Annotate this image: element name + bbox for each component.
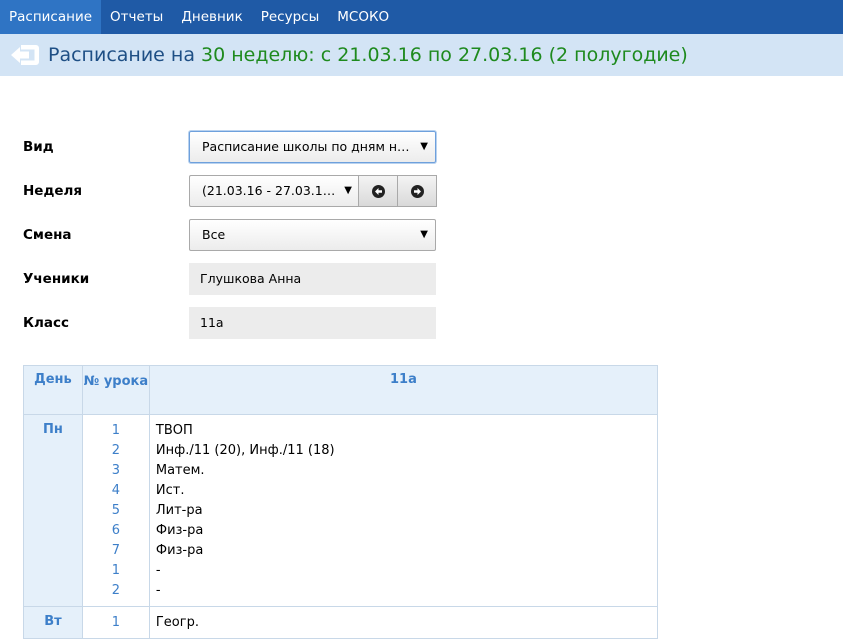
- lesson-subject: -: [155, 583, 161, 598]
- view-label: Вид: [23, 139, 54, 155]
- tab-msoko[interactable]: МСОКО: [328, 0, 398, 34]
- day-cell: Пн: [23, 414, 83, 607]
- tab-diary[interactable]: Дневник: [172, 0, 251, 34]
- table-header-row: День № урока 11а: [23, 365, 659, 415]
- lesson-numbers-cell: 1 2 3 4 5 6 7 1 2: [81, 414, 150, 607]
- shift-label: Смена: [23, 227, 72, 243]
- class-label: Класс: [23, 315, 70, 331]
- chevron-down-icon: ▼: [420, 229, 428, 240]
- lesson-number: 3: [111, 463, 121, 478]
- col-day-header: День: [23, 365, 83, 415]
- lesson-subject: Лит-ра: [155, 503, 203, 518]
- lesson-number: 7: [111, 543, 121, 558]
- col-class-header: 11а: [148, 365, 659, 415]
- tab-schedule[interactable]: Расписание: [0, 0, 102, 34]
- lesson-number: 2: [111, 583, 121, 598]
- students-field: Глушкова Анна: [189, 263, 436, 295]
- schedule-table: День № урока 11а Пн 1 2 3 4 5 6 7 1 2 ТВ…: [23, 365, 659, 639]
- lesson-subject: Физ-ра: [155, 543, 204, 558]
- title-week: 30 неделю: с 21.03.16 по 27.03.16 (2 пол…: [201, 44, 688, 66]
- lesson-number: 2: [111, 443, 121, 458]
- lesson-subject: Матем.: [155, 463, 205, 478]
- tab-resources[interactable]: Ресурсы: [252, 0, 329, 34]
- students-label: Ученики: [23, 271, 90, 287]
- prev-week-button[interactable]: [358, 175, 398, 207]
- week-label: Неделя: [23, 183, 83, 199]
- lesson-subject: Ист.: [155, 483, 185, 498]
- chevron-down-icon: ▼: [420, 141, 428, 152]
- lesson-numbers-cell: 1: [81, 606, 150, 639]
- top-nav: Расписание Отчеты Дневник Ресурсы МСОКО: [0, 0, 843, 34]
- subjects-cell: Геогр.: [148, 606, 659, 639]
- class-field: 11а: [189, 307, 436, 339]
- col-lesson-header: № урока: [81, 365, 150, 415]
- view-select-value: Расписание школы по дням недели: [202, 139, 413, 154]
- lesson-number: 1: [111, 423, 121, 438]
- lesson-number: 1: [111, 563, 121, 578]
- lesson-subject: Инф./11 (20), Инф./11 (18): [155, 443, 335, 458]
- week-select-value: (21.03.16 - 27.03.16) 30 неделя: [202, 183, 338, 198]
- lesson-number: 6: [111, 523, 121, 538]
- page-title: Расписание на 30 неделю: с 21.03.16 по 2…: [48, 44, 688, 66]
- lesson-subject: -: [155, 563, 161, 578]
- view-row: Вид Расписание школы по дням недели ▼: [0, 131, 843, 163]
- shift-row: Смена Все ▼: [0, 219, 843, 251]
- students-row: Ученики Глушкова Анна: [0, 263, 843, 295]
- title-prefix: Расписание на: [48, 44, 202, 66]
- back-icon[interactable]: [10, 43, 40, 67]
- table-row: Вт 1 Геогр.: [23, 606, 659, 639]
- class-value: 11а: [200, 315, 224, 330]
- tab-reports[interactable]: Отчеты: [101, 0, 172, 34]
- shift-select[interactable]: Все ▼: [189, 219, 436, 251]
- view-select[interactable]: Расписание школы по дням недели ▼: [189, 131, 436, 163]
- arrow-right-icon: [410, 184, 424, 198]
- page-header: Расписание на 30 неделю: с 21.03.16 по 2…: [0, 34, 843, 76]
- class-row: Класс 11а: [0, 307, 843, 339]
- day-cell: Вт: [23, 606, 83, 639]
- arrow-left-icon: [371, 184, 385, 198]
- lesson-subject: ТВОП: [155, 423, 193, 438]
- lesson-subject: Физ-ра: [155, 523, 204, 538]
- shift-select-value: Все: [202, 227, 226, 242]
- next-week-button[interactable]: [397, 175, 437, 207]
- week-select[interactable]: (21.03.16 - 27.03.16) 30 неделя ▼: [189, 175, 358, 207]
- lesson-number: 5: [111, 503, 121, 518]
- lesson-number: 1: [111, 615, 121, 630]
- lesson-number: 4: [111, 483, 121, 498]
- table-row: Пн 1 2 3 4 5 6 7 1 2 ТВОП Инф./11 (20), …: [23, 414, 659, 607]
- students-value: Глушкова Анна: [200, 271, 302, 286]
- lesson-subject: Геогр.: [155, 615, 199, 630]
- schedule-body: Пн 1 2 3 4 5 6 7 1 2 ТВОП Инф./11 (20), …: [23, 414, 659, 639]
- subjects-cell: ТВОП Инф./11 (20), Инф./11 (18) Матем. И…: [148, 414, 659, 607]
- chevron-down-icon: ▼: [344, 185, 352, 196]
- week-row: Неделя (21.03.16 - 27.03.16) 30 неделя ▼: [0, 175, 843, 207]
